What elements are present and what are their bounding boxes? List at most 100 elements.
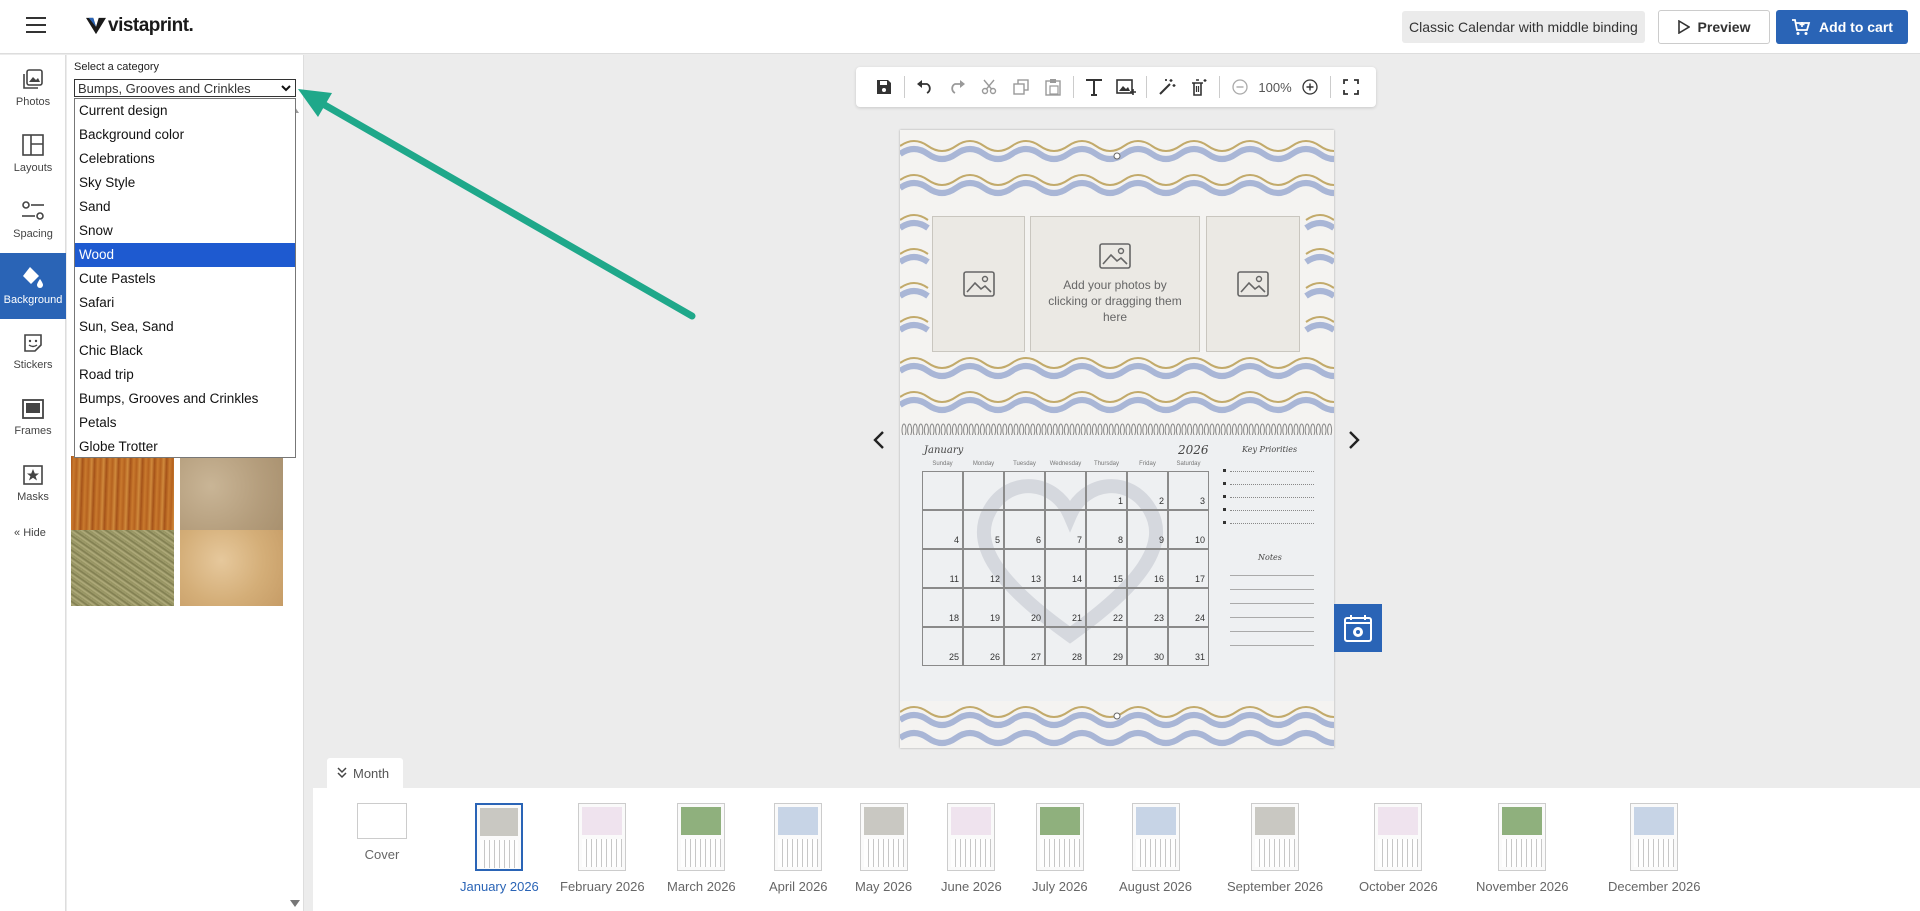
calendar-day-cell[interactable]: 17 (1168, 549, 1209, 588)
thumbnail-month[interactable]: April 2026 (769, 803, 828, 894)
calendar-day-cell[interactable]: 23 (1127, 588, 1168, 627)
thumbnail-month[interactable]: June 2026 (941, 803, 1002, 894)
category-option[interactable]: Sky Style (75, 171, 295, 195)
thumbnail-month[interactable]: March 2026 (667, 803, 736, 894)
thumbnail-month[interactable]: May 2026 (855, 803, 912, 894)
category-option[interactable]: Road trip (75, 363, 295, 387)
calendar-day-cell[interactable]: 3 (1168, 471, 1209, 510)
category-option[interactable]: Safari (75, 291, 295, 315)
calendar-day-cell[interactable]: 10 (1168, 510, 1209, 549)
add-text-button[interactable] (1078, 73, 1110, 101)
rail-photos[interactable]: Photos (0, 55, 66, 121)
category-select[interactable]: Bumps, Grooves and Crinkles (74, 79, 296, 97)
category-option[interactable]: Cute Pastels (75, 267, 295, 291)
calendar-day-cell[interactable]: 5 (963, 510, 1004, 549)
thumbnail-month[interactable]: October 2026 (1359, 803, 1438, 894)
calendar-day-cell[interactable]: 9 (1127, 510, 1168, 549)
thumbnail-month[interactable]: July 2026 (1032, 803, 1088, 894)
background-swatch-wood[interactable] (71, 456, 174, 532)
rail-spacing[interactable]: Spacing (0, 187, 66, 253)
category-option[interactable]: Background color (75, 123, 295, 147)
calendar-day-cell[interactable]: 26 (963, 627, 1004, 666)
calendar-page-canvas[interactable]: Add your photos by clicking or dragging … (900, 130, 1334, 748)
add-image-button[interactable] (1110, 73, 1142, 101)
calendar-day-cell[interactable]: 1 (1086, 471, 1127, 510)
rail-stickers[interactable]: Stickers (0, 319, 66, 385)
copy-button[interactable] (1005, 73, 1037, 101)
calendar-day-cell[interactable]: 29 (1086, 627, 1127, 666)
thumbnail-month[interactable]: August 2026 (1119, 803, 1192, 894)
thumbnail-month[interactable]: February 2026 (560, 803, 645, 894)
calendar-day-cell[interactable]: 6 (1004, 510, 1045, 549)
category-option[interactable]: Bumps, Grooves and Crinkles (75, 387, 295, 411)
rail-frames[interactable]: Frames (0, 385, 66, 451)
category-option[interactable]: Sand (75, 195, 295, 219)
photo-slot-center[interactable]: Add your photos by clicking or dragging … (1030, 216, 1200, 352)
rail-background[interactable]: Background (0, 253, 66, 319)
calendar-day-cell[interactable]: 31 (1168, 627, 1209, 666)
calendar-day-cell[interactable]: 2 (1127, 471, 1168, 510)
calendar-day-cell[interactable]: 27 (1004, 627, 1045, 666)
calendar-day-cell[interactable]: 24 (1168, 588, 1209, 627)
previous-page-button[interactable] (869, 426, 889, 454)
clear-all-button[interactable] (1183, 73, 1215, 101)
rail-layouts[interactable]: Layouts (0, 121, 66, 187)
calendar-day-cell[interactable]: 12 (963, 549, 1004, 588)
zoom-out-button[interactable] (1224, 73, 1256, 101)
category-option[interactable]: Chic Black (75, 339, 295, 363)
category-option[interactable]: Wood (75, 243, 295, 267)
magic-wand-button[interactable] (1151, 73, 1183, 101)
calendar-day-cell[interactable]: 16 (1127, 549, 1168, 588)
calendar-settings-button[interactable] (1334, 604, 1382, 652)
background-swatch-kraft-paper[interactable] (180, 530, 283, 606)
fullscreen-button[interactable] (1335, 73, 1367, 101)
category-option[interactable]: Sun, Sea, Sand (75, 315, 295, 339)
calendar-day-cell[interactable]: 7 (1045, 510, 1086, 549)
calendar-day-cell[interactable]: 30 (1127, 627, 1168, 666)
thumbnail-month[interactable]: November 2026 (1476, 803, 1569, 894)
calendar-day-cell[interactable]: 25 (922, 627, 963, 666)
paste-button[interactable] (1037, 73, 1069, 101)
scroll-down-arrow[interactable] (290, 900, 300, 907)
hide-panel-button[interactable]: « Hide (14, 527, 46, 539)
zoom-in-button[interactable] (1294, 73, 1326, 101)
calendar-day-cell[interactable]: 11 (922, 549, 963, 588)
calendar-day-cell[interactable]: 13 (1004, 549, 1045, 588)
thumbnail-month[interactable]: December 2026 (1608, 803, 1701, 894)
save-button[interactable] (868, 73, 900, 101)
menu-icon[interactable] (26, 17, 46, 33)
calendar-day-cell[interactable] (922, 471, 963, 510)
calendar-day-cell[interactable]: 20 (1004, 588, 1045, 627)
redo-button[interactable] (941, 73, 973, 101)
thumbnail-cover[interactable]: Cover (357, 803, 407, 862)
background-swatch-burlap[interactable] (180, 456, 283, 532)
category-option[interactable]: Petals (75, 411, 295, 435)
add-to-cart-button[interactable]: Add to cart (1776, 10, 1908, 44)
thumbnail-month[interactable]: January 2026 (460, 803, 539, 894)
calendar-day-cell[interactable] (963, 471, 1004, 510)
category-option[interactable]: Snow (75, 219, 295, 243)
calendar-day-cell[interactable]: 14 (1045, 549, 1086, 588)
calendar-day-cell[interactable]: 19 (963, 588, 1004, 627)
cut-button[interactable] (973, 73, 1005, 101)
rail-masks[interactable]: Masks (0, 451, 66, 517)
calendar-day-cell[interactable]: 15 (1086, 549, 1127, 588)
preview-button[interactable]: Preview (1658, 10, 1770, 44)
category-option[interactable]: Celebrations (75, 147, 295, 171)
calendar-day-cell[interactable]: 22 (1086, 588, 1127, 627)
calendar-day-cell[interactable] (1004, 471, 1045, 510)
undo-button[interactable] (909, 73, 941, 101)
calendar-day-cell[interactable] (1045, 471, 1086, 510)
calendar-day-cell[interactable]: 21 (1045, 588, 1086, 627)
month-strip-toggle[interactable]: Month (327, 758, 403, 788)
photo-slot-left[interactable] (932, 216, 1025, 352)
vistaprint-logo[interactable]: vistaprint. (86, 14, 194, 38)
calendar-day-cell[interactable]: 28 (1045, 627, 1086, 666)
photo-slot-right[interactable] (1206, 216, 1300, 352)
thumbnail-month[interactable]: September 2026 (1227, 803, 1323, 894)
calendar-day-cell[interactable]: 8 (1086, 510, 1127, 549)
category-option[interactable]: Globe Trotter (75, 435, 295, 459)
background-swatch-straw[interactable] (71, 530, 174, 606)
next-page-button[interactable] (1344, 426, 1364, 454)
calendar-grid-area[interactable]: January 2026 Sunday Monday Tuesday Wednesda… (900, 435, 1334, 701)
